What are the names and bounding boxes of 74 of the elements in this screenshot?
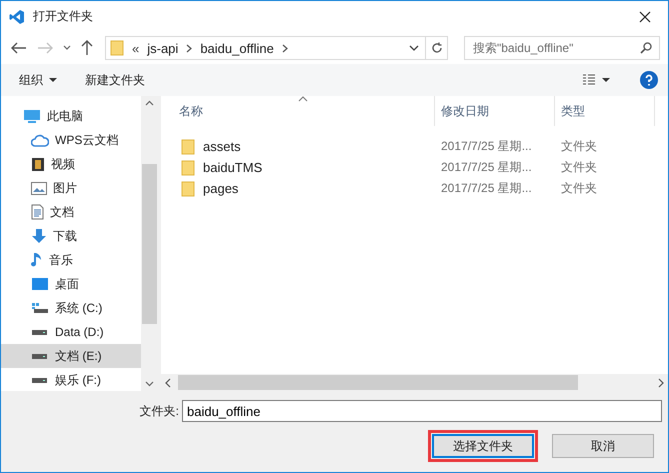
table-cell-text: 文件夹 (560, 138, 598, 155)
download-icon (31, 228, 47, 244)
arrow-right-icon (37, 42, 53, 54)
system-drive-icon (31, 302, 49, 314)
sidebar-item[interactable]: 桌面 (1, 272, 141, 296)
window-title: 打开文件夹 (33, 8, 94, 25)
scrollbar-thumb[interactable] (142, 164, 157, 324)
folder-icon (181, 138, 195, 154)
chevron-right-icon (186, 44, 192, 52)
table-cell-text: 文件夹 (560, 159, 598, 176)
folder-label: 文件夹: (140, 402, 179, 420)
sidebar-item[interactable]: 视频 (1, 152, 141, 176)
computer-icon (23, 108, 41, 124)
column-header[interactable]: 类型 (555, 96, 655, 126)
drive-icon (31, 352, 49, 360)
table-cell-text: 文件夹 (560, 180, 598, 197)
folder-icon (181, 180, 195, 196)
sidebar-item[interactable]: 文档 (E:) (1, 344, 141, 368)
sidebar-item[interactable]: 系统 (C:) (1, 296, 141, 320)
app-logo-icon (9, 8, 25, 24)
table-cell-text: 2017/7/25 星期... (440, 138, 533, 155)
sidebar-item[interactable]: 此电脑 (1, 104, 141, 128)
view-options-button[interactable] (582, 74, 610, 86)
sidebar-item[interactable]: 图片 (1, 176, 141, 200)
drive-icon (31, 328, 49, 336)
up-button[interactable] (79, 38, 95, 58)
table-cell-text: 2017/7/25 星期... (440, 180, 533, 197)
sidebar-item[interactable]: 娱乐 (F:) (1, 368, 141, 392)
file-name[interactable]: assets (203, 139, 241, 154)
chevron-right-icon (282, 44, 288, 52)
list-view-icon (582, 74, 596, 86)
film-icon (31, 156, 45, 172)
vertical-scrollbar[interactable] (141, 96, 158, 391)
horizontal-scrollbar[interactable] (161, 374, 668, 391)
desktop-icon (31, 277, 49, 291)
column-header[interactable]: 修改日期 (435, 96, 555, 126)
picture-icon (31, 182, 47, 194)
sidebar-item[interactable]: 文档 (1, 200, 141, 224)
file-name[interactable]: baiduTMS (203, 160, 262, 175)
sidebar-item[interactable]: 下载 (1, 224, 141, 248)
address-bar[interactable]: « js-api baidu_offline (105, 36, 448, 60)
table-cell-text: 2017/7/25 星期... (440, 159, 533, 176)
refresh-icon (430, 42, 442, 54)
chevron-down-icon (63, 45, 71, 51)
folder-icon (110, 40, 124, 56)
document-icon (31, 204, 44, 220)
chevron-down-icon (409, 45, 419, 51)
sidebar-item[interactable]: WPS云文档 (1, 128, 141, 152)
search-field[interactable]: 搜索"baidu_offline" (464, 36, 660, 60)
column-header[interactable]: 名称 (161, 96, 435, 126)
help-icon[interactable] (640, 71, 658, 89)
cloud-icon (31, 134, 49, 146)
caret-down-icon (49, 78, 57, 82)
caret-down-icon (602, 78, 610, 82)
overflow-marker[interactable]: « (132, 40, 140, 56)
new-folder-button[interactable]: 新建文件夹 (85, 72, 145, 88)
folder-name-field[interactable]: baidu_offline (182, 400, 662, 422)
sidebar-item[interactable]: Data (D:) (1, 320, 141, 344)
music-note-icon (31, 252, 43, 268)
drive-icon (31, 376, 49, 384)
back-button[interactable] (9, 40, 29, 56)
arrow-left-icon (11, 42, 27, 54)
select-folder-button[interactable]: 选择文件夹 (432, 434, 534, 458)
sidebar-item[interactable]: 音乐 (1, 248, 141, 272)
cancel-button[interactable]: 取消 (552, 434, 654, 458)
search-icon (640, 42, 652, 54)
arrow-up-icon (81, 40, 93, 56)
organize-menu[interactable]: 组织 (19, 72, 57, 88)
scrollbar-thumb[interactable] (178, 375, 578, 390)
breadcrumb-item[interactable]: baidu_offline (200, 40, 274, 56)
folder-icon (181, 160, 195, 176)
file-name[interactable]: pages (203, 181, 238, 196)
breadcrumb-item[interactable]: js-api (147, 40, 178, 56)
close-icon (639, 10, 651, 22)
